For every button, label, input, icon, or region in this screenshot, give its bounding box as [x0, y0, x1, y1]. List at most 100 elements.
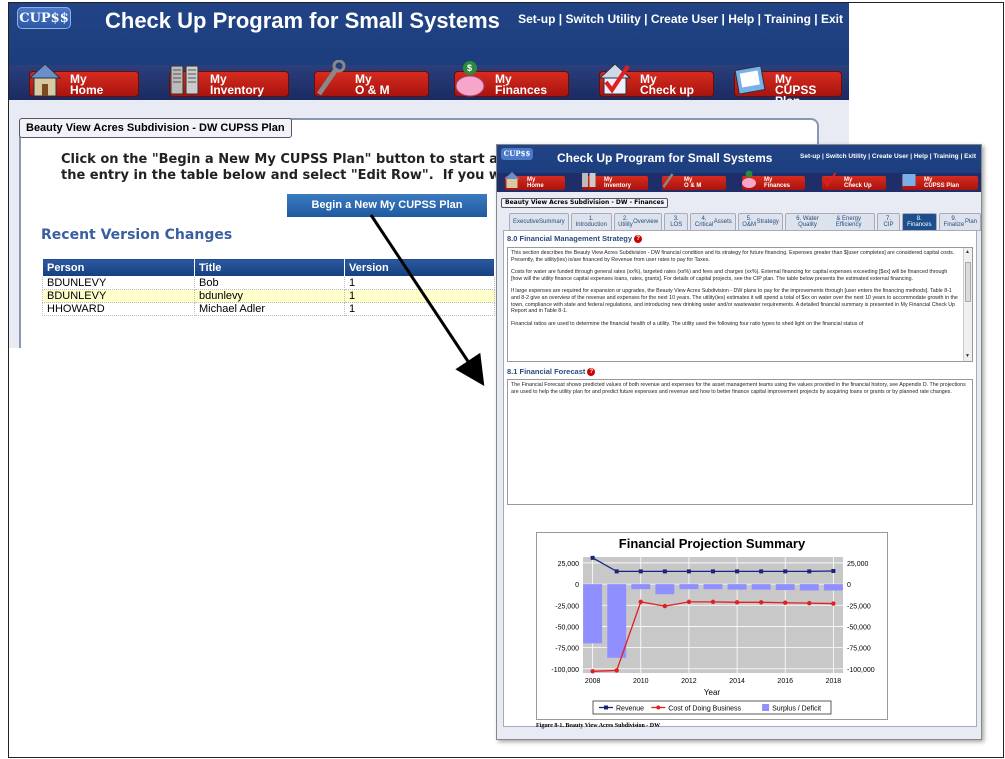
finance-nav-om[interactable]: My O & M [662, 173, 726, 190]
y2-tick-label: -50,000 [847, 624, 871, 631]
financial-projection-chart: Financial Projection Summary 25,000 25,000… [536, 532, 888, 720]
tab-7[interactable]: 6. Water Quality & Energy Efficiency [784, 213, 876, 231]
app-title: Check Up Program for Small Systems [105, 8, 500, 33]
nav-my-home[interactable]: My Home [28, 63, 139, 97]
finance-nav-inventory[interactable]: My Inventory [582, 173, 648, 190]
app-header: CUP$$ Check Up Program for Small Systems… [9, 3, 849, 107]
data-point [614, 668, 619, 673]
figure-caption: Figure 8-1. Beauty View Acres Subdivisio… [536, 723, 661, 729]
cupss-logo-small: CUP$$ [501, 148, 533, 160]
bar [679, 584, 699, 590]
x-tick-label: 2010 [633, 678, 649, 685]
data-point [710, 599, 716, 605]
column-version[interactable]: Version [344, 258, 495, 277]
finance-app-title: Check Up Program for Small Systems [557, 151, 773, 165]
plan-document-icon [734, 65, 766, 95]
finance-header: CUP$$ Check Up Program for Small Systems… [497, 145, 981, 192]
recent-version-title: Recent Version Changes [41, 227, 233, 243]
tab-8[interactable]: 7. CIP [877, 213, 900, 231]
strategy-textarea[interactable]: This section describes the Beauty View A… [507, 247, 973, 362]
tab-5[interactable]: 4. Critical Assets [690, 213, 736, 231]
tab-1[interactable]: Executive Summary [509, 213, 569, 231]
breadcrumb: Beauty View Acres Subdivision - DW CUPSS… [19, 118, 292, 138]
scroll-thumb[interactable] [965, 262, 971, 302]
y2-tick-label: -75,000 [847, 646, 871, 653]
finance-body: Beauty View Acres Subdivision - DW - Fin… [497, 192, 981, 739]
setup-link[interactable]: Set-up [518, 12, 555, 26]
finance-nav-cupss-plan[interactable]: My CUPSS Plan [902, 174, 978, 190]
section-8-0-title: 8.0 Financial Management Strategy? [507, 234, 643, 244]
table-row[interactable]: HHOWARD Michael Adler 1 [42, 302, 495, 316]
data-point [807, 600, 812, 606]
tab-10[interactable]: 9. Finalize Plan [938, 213, 981, 231]
bar [583, 584, 603, 644]
data-point [735, 569, 740, 574]
y-tick-label: -25,000 [555, 603, 579, 610]
data-point [614, 569, 619, 574]
nav-my-om[interactable]: My O & M [314, 60, 429, 97]
help-link[interactable]: Help [728, 12, 754, 26]
tab-9[interactable]: 8. Finances [901, 213, 937, 231]
section-8-1-title: 8.1 Financial Forecast? [507, 367, 596, 377]
exit-link[interactable]: Exit [821, 12, 843, 26]
bar [799, 584, 819, 591]
forecast-textarea[interactable]: The Financial Forecast shows predicted v… [507, 379, 973, 505]
column-person[interactable]: Person [42, 258, 195, 277]
switch-utility-link[interactable]: Switch Utility [565, 12, 640, 26]
house-icon [28, 63, 62, 97]
top-links: Set-up | Switch Utility | Create User | … [518, 12, 843, 26]
plan-document-icon [902, 174, 916, 186]
finance-nav-finances[interactable]: My Finances [742, 170, 805, 190]
bar [655, 584, 675, 595]
data-point [686, 569, 691, 574]
data-point [638, 569, 643, 574]
training-link[interactable]: Training [764, 12, 811, 26]
data-point [638, 599, 643, 605]
house-icon [504, 172, 520, 188]
server-rack-icon [170, 65, 199, 95]
bar [823, 584, 843, 591]
tab-2[interactable]: 1. Introduction [570, 213, 612, 231]
x-tick-label: 2008 [585, 678, 601, 685]
legend-label: Cost of Doing Business [668, 706, 741, 713]
data-point [831, 568, 836, 573]
finance-nav: My Home My Inventory My O & M My Finances My… [497, 170, 981, 192]
data-point [662, 603, 668, 609]
piggy-bank-icon: $ [455, 61, 485, 97]
checkmark-house-icon [823, 172, 837, 187]
data-point [783, 569, 788, 574]
nav-my-finances[interactable]: $ My Finances [454, 61, 569, 97]
bar [703, 584, 723, 590]
column-title[interactable]: Title [194, 258, 345, 277]
finance-nav-home[interactable]: My Home [504, 172, 565, 190]
finance-nav-checkup[interactable]: My Check Up [822, 172, 886, 190]
finance-breadcrumb: Beauty View Acres Subdivision - DW - Fin… [501, 198, 669, 208]
nav-my-cupss-plan[interactable]: MyCUPSS Plan [734, 65, 842, 107]
tab-3[interactable]: 2. Utility Overview [613, 213, 663, 231]
checkmark-house-icon [598, 63, 632, 95]
scroll-down-icon[interactable]: ▼ [965, 353, 970, 360]
y-tick-label: 25,000 [558, 561, 580, 568]
nav-my-checkup[interactable]: My Check up [598, 63, 714, 97]
create-user-link[interactable]: Create User [651, 12, 718, 26]
nav-my-inventory[interactable]: My Inventory [169, 65, 289, 97]
help-icon[interactable]: ? [634, 235, 643, 244]
table-row[interactable]: BDUNLEVY Bob 1 [42, 276, 495, 290]
begin-new-plan-button[interactable]: Begin a New My CUPSS Plan [287, 194, 487, 217]
y2-tick-label: -25,000 [847, 603, 871, 610]
scrollbar[interactable]: ▲ ▼ [963, 248, 972, 361]
y2-tick-label: 0 [847, 582, 851, 589]
tab-6[interactable]: 5. O&M Strategy [737, 213, 783, 231]
x-tick-label: 2016 [777, 678, 793, 685]
table-row[interactable]: BDUNLEVY bdunlevy 1 [42, 289, 495, 303]
x-tick-label: 2018 [826, 678, 842, 685]
data-point [662, 569, 667, 574]
tab-4[interactable]: 3. LOS [664, 213, 689, 231]
finance-top-links[interactable]: Set-up | Switch Utility | Create User | … [800, 153, 976, 160]
version-table: Person Title Version BDUNLEVY Bob 1 BDUNLE… [42, 258, 495, 316]
plan-tabs: Executive Summary 1. Introduction 2. Utilit… [509, 213, 981, 231]
bar [607, 584, 627, 658]
help-icon[interactable]: ? [587, 368, 596, 377]
scroll-up-icon[interactable]: ▲ [965, 249, 970, 256]
svg-text:$: $ [467, 63, 472, 73]
